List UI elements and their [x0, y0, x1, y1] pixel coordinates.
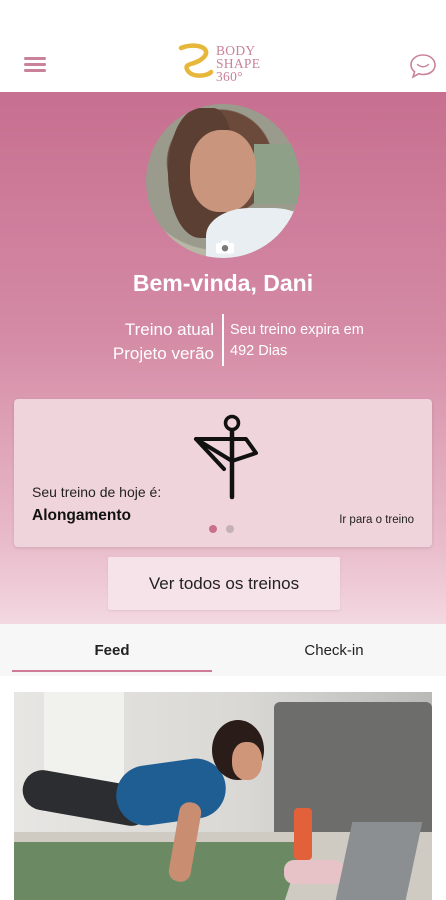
- tab-bar: Feed Check-in: [0, 624, 446, 676]
- chat-bubble-icon[interactable]: [409, 52, 437, 80]
- feed-post-image[interactable]: [14, 692, 432, 900]
- go-to-workout-link[interactable]: Ir para o treino: [339, 514, 414, 526]
- today-workout-card[interactable]: Seu treino de hoje é: Alongamento Ir par…: [14, 399, 432, 547]
- tab-check-in[interactable]: Check-in: [234, 624, 434, 676]
- today-workout-name: Alongamento: [32, 507, 132, 524]
- profile-hero: Bem-vinda, Dani Treino atual Projeto ver…: [0, 92, 446, 624]
- carousel-dot[interactable]: [226, 525, 234, 533]
- expiry-info: Seu treino expira em 492 Dias: [230, 320, 364, 362]
- app-logo: BODY SHAPE 360°: [178, 42, 278, 86]
- logo-mark-icon: [178, 43, 214, 78]
- view-all-workouts-button[interactable]: Ver todos os treinos: [108, 557, 340, 610]
- current-workout-info: Treino atual Projeto verão: [113, 318, 214, 366]
- expiry-value: 492 Dias: [230, 343, 288, 359]
- avatar[interactable]: [146, 104, 300, 258]
- current-workout-label: Treino atual: [124, 320, 214, 339]
- camera-icon[interactable]: [215, 240, 235, 254]
- carousel-dot-active[interactable]: [209, 525, 217, 533]
- logo-text: BODY SHAPE 360°: [216, 44, 260, 84]
- tab-feed[interactable]: Feed: [12, 624, 212, 676]
- top-app-bar: BODY SHAPE 360°: [0, 0, 446, 92]
- logo-line-3: 360°: [216, 69, 243, 84]
- active-tab-indicator: [12, 670, 212, 672]
- expiry-label: Seu treino expira em: [230, 322, 364, 338]
- hamburger-icon[interactable]: [24, 57, 48, 75]
- carousel-indicator: [209, 520, 243, 538]
- stretch-pose-icon: [194, 414, 258, 500]
- today-workout-label: Seu treino de hoje é:: [32, 484, 162, 500]
- current-workout-name: Projeto verão: [112, 344, 214, 363]
- info-divider: [222, 314, 224, 366]
- welcome-title: Bem-vinda, Dani: [132, 270, 314, 296]
